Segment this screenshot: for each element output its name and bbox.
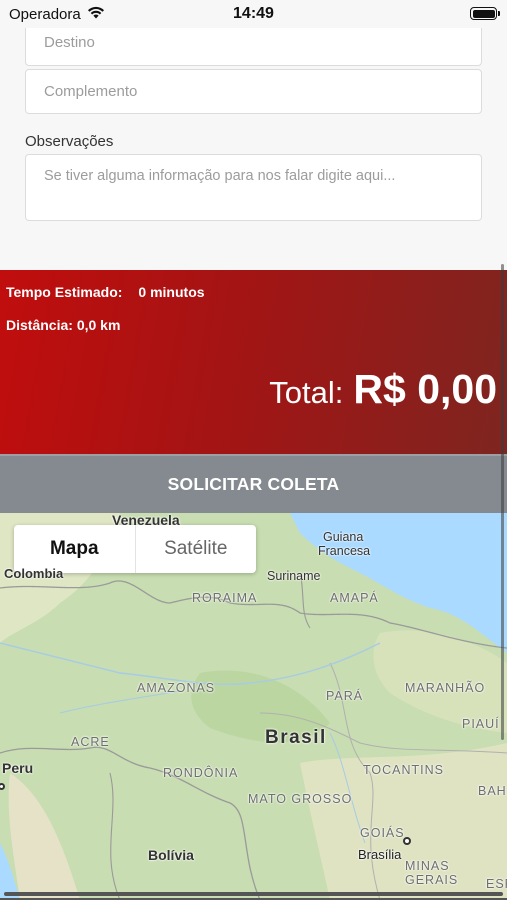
map-label-amazonas: AMAZONAS [137,681,216,695]
home-indicator[interactable] [4,892,503,896]
map-label-mato-grosso: MATO GROSSO [248,792,353,806]
estimated-time-value: 0 minutos [138,284,205,300]
map-label-acre: ACRE [71,735,110,749]
brasilia-marker-icon [403,837,411,845]
status-time: 14:49 [233,5,274,22]
map-label-espirito-santo: ESP [486,877,507,891]
estimate-panel: Tempo Estimado: 0 minutos Distância: 0,0… [0,270,507,454]
observacoes-textarea[interactable]: Se tiver alguma informação para nos fala… [25,154,482,221]
estimated-time-row: Tempo Estimado: 0 minutos [6,284,205,300]
total-label: Total: [269,375,344,410]
map-label-brasil: Brasil [265,727,327,748]
map-label-roraima: RORAIMA [192,591,258,605]
map-label-francesa: Francesa [318,544,371,558]
map-label-goias: GOIÁS [360,826,405,840]
map-type-satelite[interactable]: Satélite [136,525,257,573]
observacoes-label: Observações [25,133,114,150]
total-value: R$ 0,00 [353,366,497,412]
map-label-amapa: AMAPÁ [330,591,379,605]
map-label-tocantins: TOCANTINS [363,763,444,777]
total-row: Total: R$ 0,00 [269,366,497,413]
complemento-input[interactable]: Complemento [25,69,482,114]
distance-text: Distância: 0,0 km [6,317,120,333]
map-label-maranhao: MARANHÃO [405,681,486,695]
distance-label: Distância: [6,317,73,333]
solicitar-coleta-button[interactable]: SOLICITAR COLETA [0,454,507,513]
map-label-peru: Peru [2,760,34,776]
map-label-para: PARÁ [326,689,364,703]
destino-placeholder: Destino [44,34,95,51]
map-label-suriname: Suriname [267,569,321,583]
distance-row: Distância: 0,0 km [6,317,120,333]
map-label-brasilia: Brasília [358,847,402,862]
map-view[interactable]: Mapa Satélite Venezuela Guiana Francesa … [0,513,507,900]
battery-icon [470,7,500,20]
map-label-piaui: PIAUÍ [462,717,500,731]
map-label-bolivia: Bolívia [148,847,194,863]
map-label-colombia: Colombia [4,566,64,581]
distance-value: 0,0 km [76,317,121,333]
map-label-venezuela: Venezuela [112,513,180,528]
observacoes-placeholder: Se tiver alguma informação para nos fala… [44,168,396,184]
map-label-rondonia: RONDÔNIA [163,766,239,780]
status-bar: Operadora 14:49 [0,0,507,28]
map-label-bahia: BAH [478,784,507,798]
complemento-placeholder: Complemento [44,83,138,100]
scroll-indicator[interactable] [501,264,504,740]
estimated-time-label: Tempo Estimado: [6,284,123,300]
map-label-guiana: Guiana [323,530,364,544]
address-form: Destino Complemento Observações Se tiver… [0,0,507,270]
